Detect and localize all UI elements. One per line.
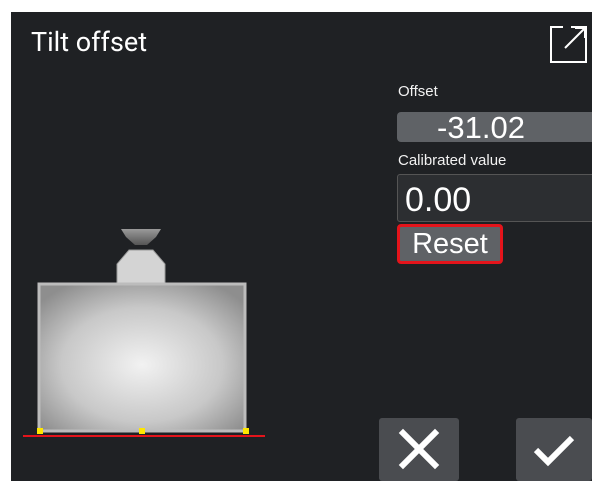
page-title: Tilt offset xyxy=(31,26,148,58)
reset-button[interactable]: Reset xyxy=(397,224,503,264)
check-icon xyxy=(533,435,575,467)
confirm-button[interactable] xyxy=(516,418,592,481)
left-marker xyxy=(37,428,43,434)
offset-label: Offset xyxy=(398,83,438,100)
device-neck xyxy=(116,249,166,284)
device-body xyxy=(37,282,247,433)
tilt-device-illustration xyxy=(23,229,265,437)
calibrated-value-input[interactable]: 0.00 xyxy=(397,174,592,222)
expand-icon[interactable] xyxy=(549,24,589,64)
device-top-cap xyxy=(121,229,161,245)
offset-value: -31.02 xyxy=(437,110,525,145)
calibrated-value-label: Calibrated value xyxy=(398,152,507,169)
close-icon xyxy=(398,428,440,470)
offset-value-field: -31.02 xyxy=(397,110,592,145)
cancel-button[interactable] xyxy=(379,418,459,481)
tilt-offset-screen: Tilt offset Offset -31.02 Calibrated val… xyxy=(11,12,592,481)
center-marker xyxy=(139,428,145,434)
right-marker xyxy=(243,428,249,434)
